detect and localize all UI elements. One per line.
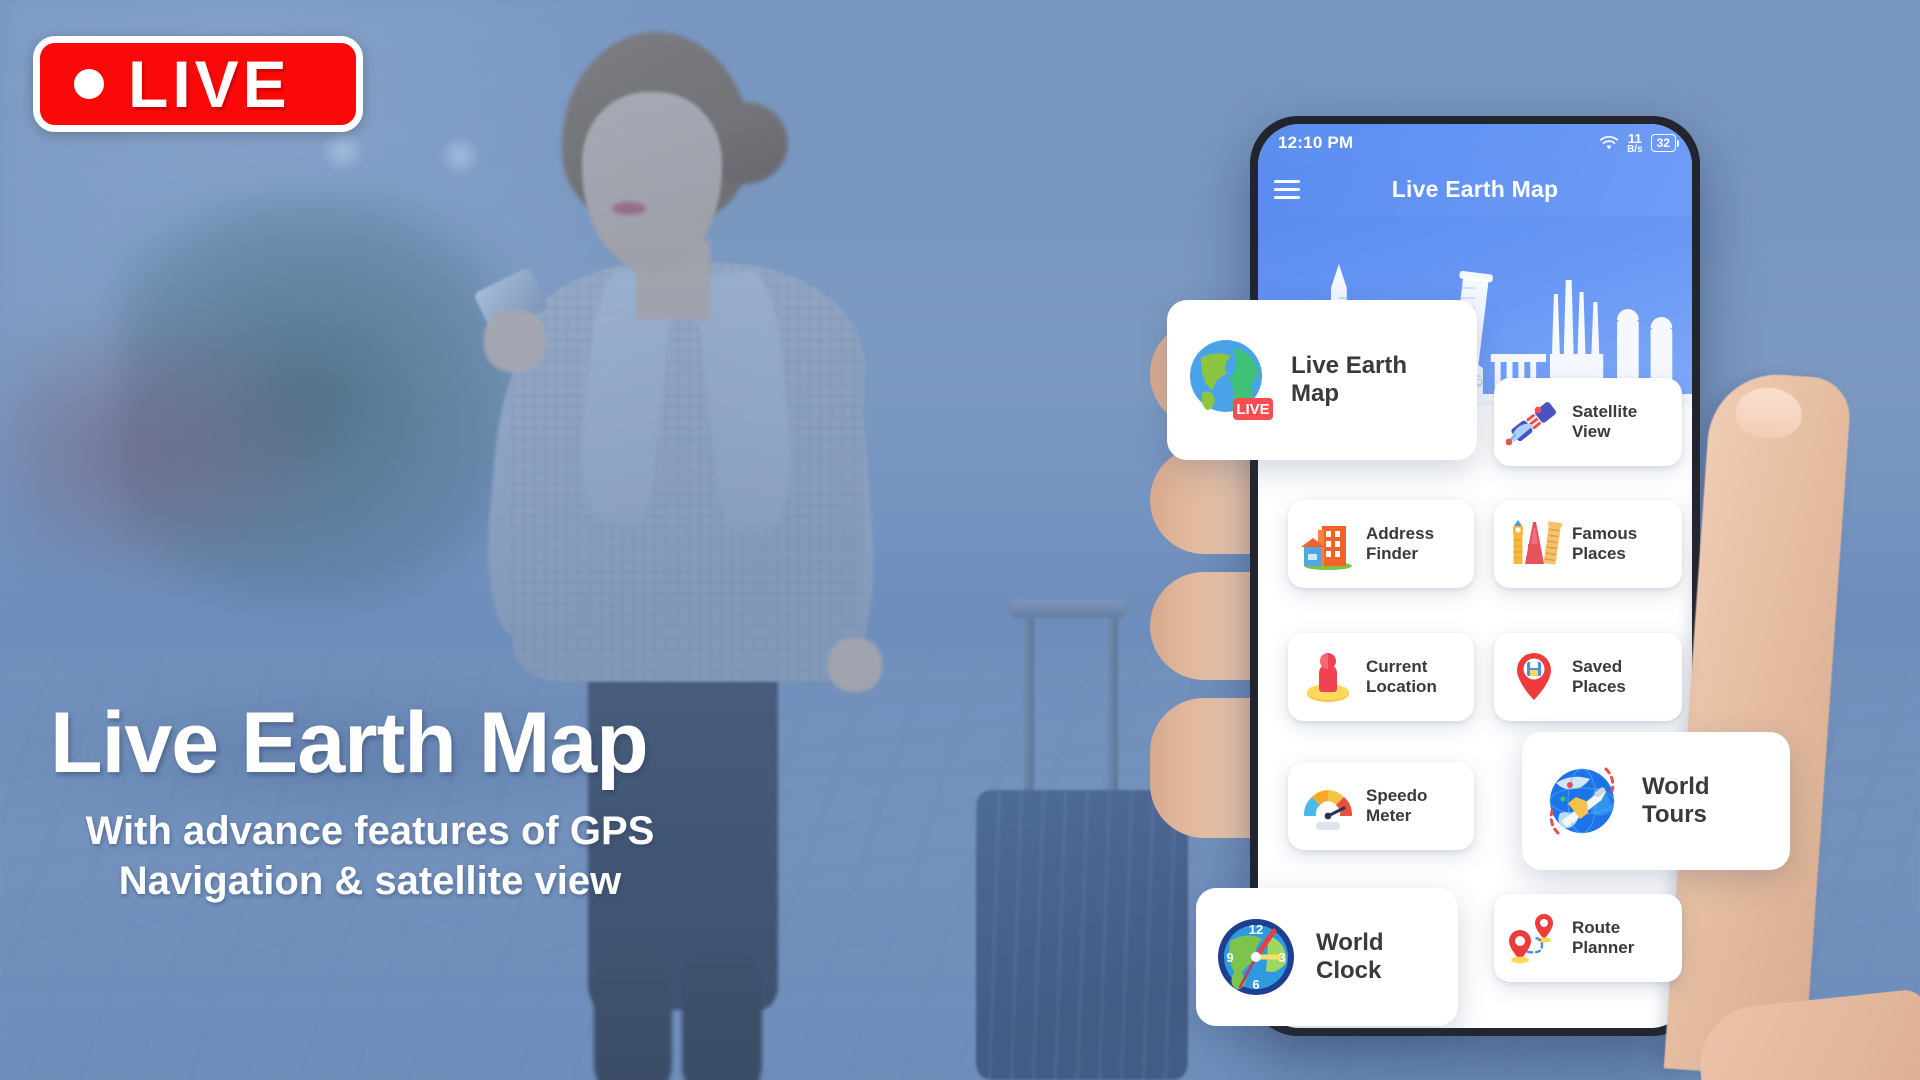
svg-text:12: 12 <box>1249 922 1263 937</box>
route-pins-icon <box>1506 910 1562 966</box>
svg-text:LIVE: LIVE <box>1236 401 1269 418</box>
feature-card-label: World Clock <box>1316 929 1384 984</box>
feature-card-label: Live Earth Map <box>1291 352 1408 407</box>
globe-live-icon: LIVE <box>1181 332 1277 428</box>
app-bar: Live Earth Map <box>1258 162 1692 216</box>
buildings-icon <box>1300 516 1356 572</box>
battery-indicator: 32 <box>1650 134 1680 152</box>
feature-card-label: Speedo Meter <box>1366 786 1428 825</box>
thumbnail <box>1734 385 1804 441</box>
feature-card-famous-places[interactable]: Famous Places <box>1494 500 1682 588</box>
promo-subline-2: Navigation & satellite view <box>118 859 622 904</box>
feature-card-label: Current Location <box>1366 657 1437 696</box>
feature-card-label: World Tours <box>1642 773 1710 828</box>
svg-text:6: 6 <box>1252 977 1259 992</box>
feature-card-live-earth-map[interactable]: LIVE Live Earth Map <box>1167 300 1477 460</box>
promo-subline-1: With advance features of GPS <box>85 809 655 853</box>
feature-card-speedo-meter[interactable]: Speedo Meter <box>1288 762 1474 850</box>
globe-airplane-icon <box>1536 755 1628 847</box>
promo-text-block: Live Earth Map With advance features of … <box>50 700 780 907</box>
app-title: Live Earth Map <box>1391 175 1559 202</box>
status-time: 12:10 PM <box>1278 133 1354 152</box>
feature-card-current-location[interactable]: Current Location <box>1288 633 1474 721</box>
feature-card-world-clock[interactable]: 12 3 6 9 World Clock <box>1196 888 1458 1026</box>
feature-card-label: Saved Places <box>1572 657 1626 696</box>
landmarks-icon <box>1506 516 1562 572</box>
network-rate-value: 11 <box>1627 130 1642 146</box>
satellite-icon <box>1506 394 1562 450</box>
status-bar: 12:10 PM 11 B/s 32 <box>1258 124 1692 162</box>
wifi-icon <box>1600 135 1619 149</box>
feature-card-world-tours[interactable]: World Tours <box>1522 732 1790 870</box>
promo-headline: Live Earth Map <box>50 695 649 791</box>
speedometer-icon <box>1300 778 1356 834</box>
map-pin-save-icon <box>1506 649 1562 705</box>
live-dot-icon <box>74 69 104 99</box>
feature-card-saved-places[interactable]: Saved Places <box>1494 633 1682 721</box>
feature-card-satellite-view[interactable]: Satellite View <box>1494 378 1682 466</box>
person-location-icon <box>1300 649 1356 705</box>
svg-text:9: 9 <box>1226 950 1233 965</box>
feature-card-label: Satellite View <box>1572 402 1638 441</box>
feature-card-label: Address Finder <box>1366 524 1435 563</box>
feature-card-route-planner[interactable]: Route Planner <box>1494 894 1682 982</box>
globe-clock-icon: 12 3 6 9 <box>1210 911 1302 1003</box>
feature-card-label: Route Planner <box>1572 918 1635 957</box>
live-badge-label: LIVE <box>128 47 291 121</box>
feature-card-label: Famous Places <box>1572 524 1638 563</box>
network-rate-unit: B/s <box>1627 143 1643 155</box>
network-rate: 11 B/s <box>1627 132 1643 155</box>
live-badge: LIVE <box>33 36 363 132</box>
feature-card-address-finder[interactable]: Address Finder <box>1288 500 1474 588</box>
hamburger-menu-icon[interactable] <box>1274 179 1300 199</box>
